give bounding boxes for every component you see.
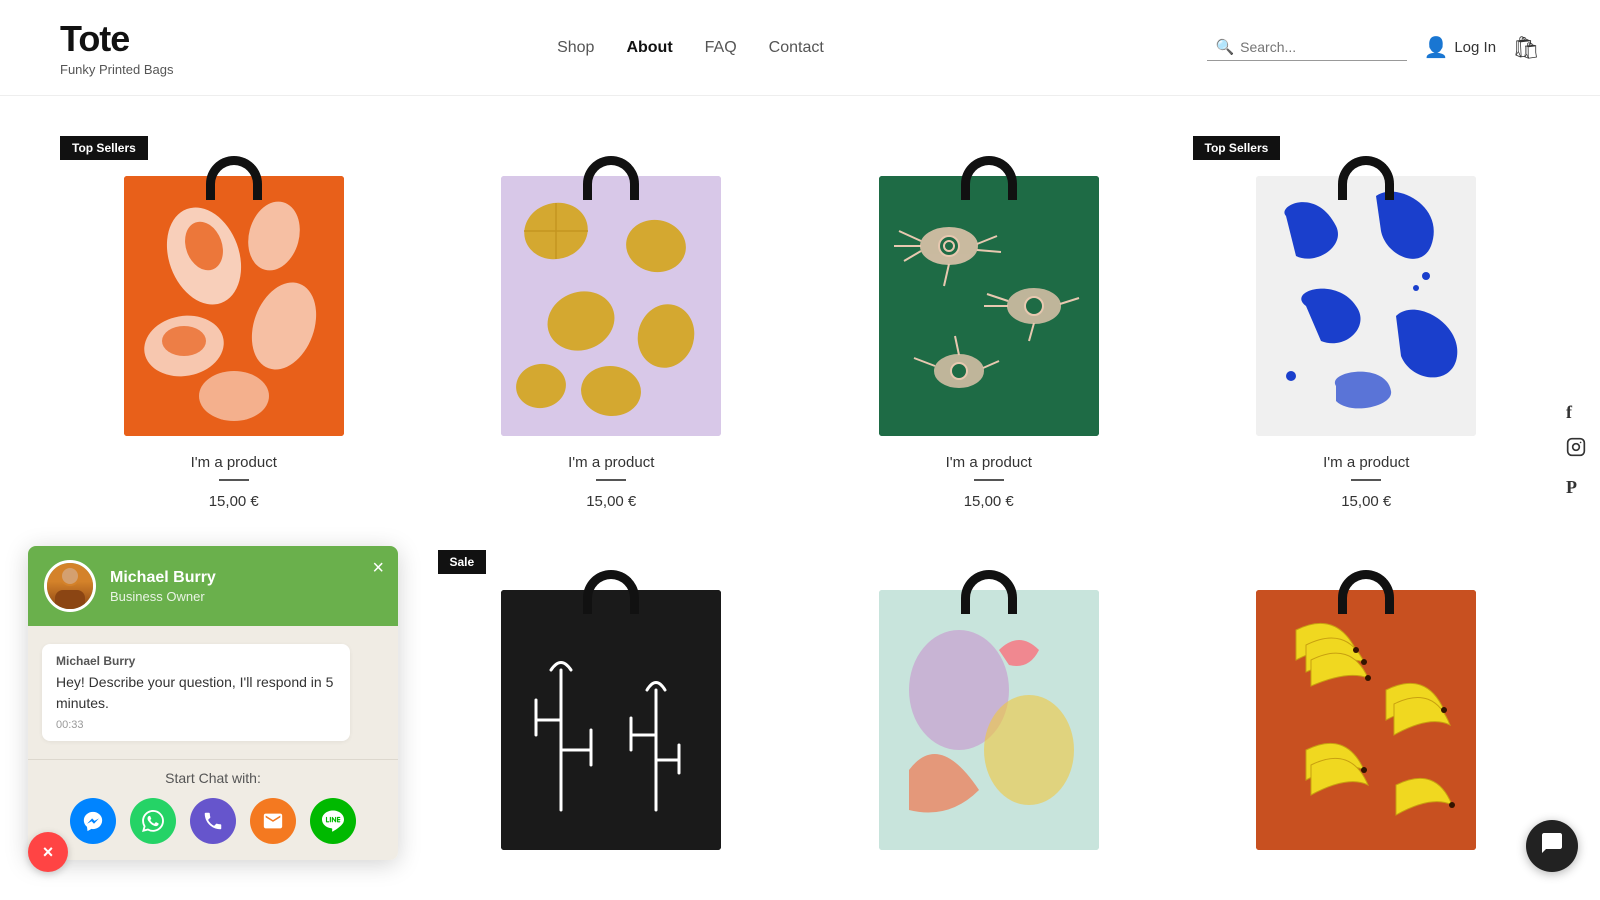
product-image-2 [501, 156, 721, 436]
product-card-7[interactable] [1193, 540, 1541, 850]
product-card-6[interactable] [815, 540, 1163, 850]
nav-shop[interactable]: Shop [557, 39, 594, 57]
social-sidebar: f P [1566, 402, 1586, 498]
login-label: Log In [1454, 39, 1496, 56]
chat-close-button[interactable]: × [372, 558, 384, 578]
chat-toggle-button[interactable] [1526, 820, 1578, 872]
chat-avatar [44, 560, 96, 612]
divider-4 [1351, 479, 1381, 481]
badge-top-sellers-4: Top Sellers [1193, 136, 1281, 160]
chat-channels [42, 798, 384, 844]
phone-button[interactable] [190, 798, 236, 844]
product-name-2: I'm a product [568, 454, 654, 471]
divider-1 [219, 479, 249, 481]
cart-icon[interactable]: 🛍 [1512, 35, 1540, 61]
email-button[interactable] [250, 798, 296, 844]
chat-close-circle-button[interactable]: × [28, 832, 68, 872]
pinterest-icon[interactable]: P [1566, 477, 1586, 498]
product-image-7 [1256, 570, 1476, 850]
product-name-4: I'm a product [1323, 454, 1409, 471]
close-x-icon: × [43, 843, 54, 861]
search-icon: 🔍 [1215, 38, 1234, 56]
logo-area: Tote Funky Printed Bags [60, 18, 173, 77]
badge-sale-5: Sale [438, 550, 487, 574]
chat-start-section: Start Chat with: [28, 759, 398, 860]
chat-user-info: Michael Burry Business Owner [110, 569, 216, 604]
product-grid-row1: Top Sellers [60, 126, 1540, 510]
product-image-4 [1256, 156, 1476, 436]
whatsapp-button[interactable] [130, 798, 176, 844]
nav-contact[interactable]: Contact [769, 39, 824, 57]
login-button[interactable]: 👤 Log In [1423, 35, 1496, 60]
site-title[interactable]: Tote [60, 18, 173, 60]
chat-toggle-icon [1540, 831, 1564, 861]
product-image-3 [879, 156, 1099, 436]
divider-2 [596, 479, 626, 481]
facebook-icon[interactable]: f [1566, 402, 1586, 423]
chat-messages: Michael Burry Hey! Describe your questio… [28, 626, 398, 759]
header-right: 🔍 👤 Log In 🛍 [1207, 34, 1540, 61]
badge-top-sellers-1: Top Sellers [60, 136, 148, 160]
product-price-1: 15,00 € [209, 493, 259, 510]
chat-message-text: Hey! Describe your question, I'll respon… [56, 672, 336, 713]
nav-faq[interactable]: FAQ [705, 39, 737, 57]
product-card-3[interactable]: I'm a product 15,00 € [815, 126, 1163, 510]
nav-about[interactable]: About [626, 39, 672, 57]
search-input[interactable] [1240, 39, 1399, 55]
product-name-3: I'm a product [946, 454, 1032, 471]
search-box: 🔍 [1207, 34, 1407, 61]
product-card-2[interactable]: I'm a product 15,00 € [438, 126, 786, 510]
chat-widget: Michael Burry Business Owner × Michael B… [28, 546, 398, 860]
header: Tote Funky Printed Bags Shop About FAQ C… [0, 0, 1600, 96]
user-icon: 👤 [1423, 35, 1448, 60]
product-card-5[interactable]: Sale [438, 540, 786, 850]
product-price-2: 15,00 € [586, 493, 636, 510]
product-card-1[interactable]: Top Sellers [60, 126, 408, 510]
product-image-5 [501, 570, 721, 850]
chat-user-name: Michael Burry [110, 569, 216, 587]
product-card-4[interactable]: Top Sellers [1193, 126, 1541, 510]
chat-message-sender: Michael Burry [56, 654, 336, 668]
chat-message-bubble: Michael Burry Hey! Describe your questio… [42, 644, 350, 741]
instagram-icon[interactable] [1566, 437, 1586, 463]
product-price-4: 15,00 € [1341, 493, 1391, 510]
product-name-1: I'm a product [191, 454, 277, 471]
divider-3 [974, 479, 1004, 481]
main-nav: Shop About FAQ Contact [557, 39, 824, 57]
messenger-button[interactable] [70, 798, 116, 844]
chat-message-time: 00:33 [56, 719, 336, 731]
chat-start-label: Start Chat with: [42, 770, 384, 786]
line-button[interactable] [310, 798, 356, 844]
product-image-6 [879, 570, 1099, 850]
site-subtitle: Funky Printed Bags [60, 62, 173, 77]
chat-user-role: Business Owner [110, 589, 216, 604]
chat-header: Michael Burry Business Owner × [28, 546, 398, 626]
product-price-3: 15,00 € [964, 493, 1014, 510]
product-image-1 [124, 156, 344, 436]
